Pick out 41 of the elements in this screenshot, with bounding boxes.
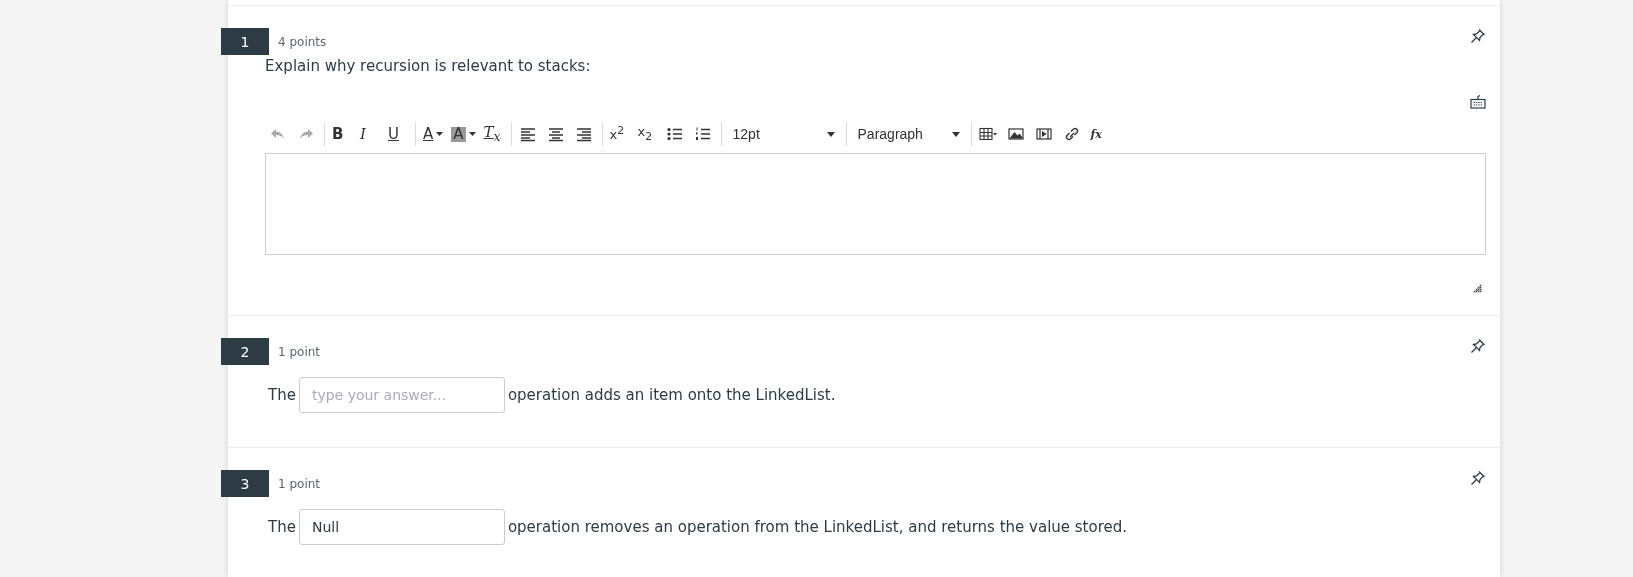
points-label: 4 points <box>278 34 328 49</box>
clear-format-button[interactable]: T$_{x}$ <box>479 120 508 148</box>
align-left-icon <box>518 126 537 142</box>
align-right-icon <box>574 126 593 142</box>
caret-icon <box>826 131 835 137</box>
answer-field[interactable]: type your answer... <box>298 377 505 413</box>
answer-field[interactable]: Null <box>298 509 505 545</box>
caret-icon <box>468 132 476 136</box>
image-icon <box>1006 126 1025 142</box>
question-number: 1 <box>221 28 269 55</box>
superscript-button[interactable]: x$^{2}$ <box>605 120 634 148</box>
subscript-button[interactable]: x$_{2}$ <box>633 120 662 148</box>
text-color-button[interactable]: A <box>419 120 448 148</box>
table-icon <box>978 126 997 142</box>
points-label: 1 point <box>278 476 322 491</box>
bullet-list-icon <box>665 126 684 142</box>
caret-icon <box>436 132 444 136</box>
pin-icon[interactable] <box>1470 338 1486 354</box>
pin-icon[interactable] <box>1470 28 1486 44</box>
sentence-end: operation removes an operation from the LinkedList, and returns the value stored. <box>507 518 1128 536</box>
question-number: 2 <box>221 338 269 365</box>
dropdown-button[interactable]: Paragraph <box>849 120 968 148</box>
underline-button[interactable]: U <box>384 120 412 148</box>
caret-icon <box>951 131 960 137</box>
points-label: 1 point <box>278 344 322 359</box>
numbered-list-icon <box>693 126 712 142</box>
align-center-icon <box>546 126 565 142</box>
keyboard-icon[interactable] <box>1470 95 1486 109</box>
media-icon <box>1034 126 1053 142</box>
highlight-button[interactable]: A <box>447 120 480 148</box>
formula-button[interactable]: fx <box>1086 120 1115 148</box>
sentence-end: operation adds an item onto the LinkedList. <box>507 386 836 404</box>
italic-button[interactable]: I <box>356 120 384 148</box>
pin-icon[interactable] <box>1470 470 1486 486</box>
resize-handle-icon[interactable] <box>1472 283 1482 293</box>
dropdown-button[interactable]: 12pt <box>724 120 843 148</box>
sentence-start: The <box>268 518 296 536</box>
sentence-start: The <box>268 386 296 404</box>
question-prompt: Explain why recursion is relevant to stacks: <box>265 57 592 75</box>
bold-button[interactable]: B <box>328 120 356 148</box>
question-number: 3 <box>221 470 269 497</box>
